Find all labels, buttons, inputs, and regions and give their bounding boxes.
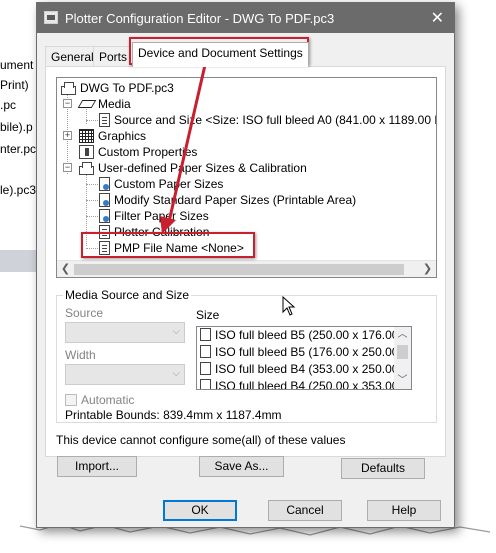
- save-as-button[interactable]: Save As...: [199, 456, 284, 477]
- width-label: Width: [65, 348, 96, 362]
- size-label: Size: [196, 308, 220, 322]
- collapse-media-icon[interactable]: −: [63, 99, 72, 108]
- background-file-item: Print): [0, 78, 29, 92]
- background-file-item: le).pc3: [0, 183, 37, 197]
- background-file-item: bile).p: [0, 120, 33, 134]
- page-icon: [200, 328, 211, 341]
- tree-connector: [86, 184, 98, 185]
- printer-icon: [61, 82, 76, 95]
- tree-item-label: Source and Size <Size: ISO full bleed A0…: [114, 113, 437, 127]
- page-icon: [200, 362, 211, 375]
- tree-item-modify-standard-paper-sizes[interactable]: Modify Standard Paper Sizes (Printable A…: [99, 192, 356, 208]
- collapse-user-defined-icon[interactable]: −: [63, 163, 72, 172]
- tree-item-label: Media: [98, 97, 131, 111]
- automatic-checkbox[interactable]: [65, 394, 77, 406]
- tree-item-media[interactable]: Media: [79, 96, 131, 112]
- group-legend: Media Source and Size: [63, 288, 192, 302]
- tree-horizontal-scrollbar[interactable]: ❮ ❯: [57, 260, 436, 277]
- tree-item-graphics[interactable]: Graphics: [79, 128, 146, 144]
- tree-item-source-and-size[interactable]: Source and Size <Size: ISO full bleed A0…: [99, 112, 437, 128]
- tree-connector: [86, 216, 98, 217]
- paper-size-icon: [99, 177, 110, 191]
- list-item[interactable]: ISO full bleed B4 (353.00 x 250.00 ...: [200, 361, 412, 377]
- import-button[interactable]: Import...: [57, 456, 137, 477]
- media-source-and-size-group: Media Source and Size Source ⌵ Width ⌵ A…: [56, 288, 437, 423]
- tree-item-label: Custom Properties: [98, 145, 198, 159]
- size-item-label: ISO full bleed B5 (176.00 x 250.00 ...: [215, 345, 412, 359]
- app-icon: [44, 11, 58, 24]
- scroll-thumb[interactable]: [397, 345, 408, 359]
- tree-item-label: Filter Paper Sizes: [114, 209, 209, 223]
- automatic-label: Automatic: [81, 393, 135, 407]
- annotation-highlight-pmp: [81, 232, 255, 258]
- tree-item-label: User-defined Paper Sizes & Calibration: [98, 161, 307, 175]
- scroll-down-icon[interactable]: ﹀: [394, 373, 411, 389]
- cancel-button[interactable]: Cancel: [268, 500, 342, 521]
- scroll-left-icon[interactable]: ❮: [57, 262, 74, 277]
- printer-icon: [79, 162, 94, 175]
- tree-connector: [86, 200, 98, 201]
- size-item-label: ISO full bleed B5 (250.00 x 176.00 ...: [215, 328, 412, 342]
- background-file-list: ument Print) .pc bile).p nter.pc le).pc3: [0, 50, 36, 520]
- width-dropdown[interactable]: ⌵: [65, 364, 185, 385]
- list-item[interactable]: ISO full bleed B5 (250.00 x 176.00 ...: [200, 327, 412, 343]
- background-file-item: .pc: [0, 98, 17, 112]
- document-icon: [99, 113, 110, 127]
- dialog-title: Plotter Configuration Editor - DWG To PD…: [65, 11, 335, 26]
- page-icon: [200, 345, 211, 358]
- device-note: This device cannot configure some(all) o…: [56, 433, 346, 447]
- tab-device-and-document-settings[interactable]: Device and Document Settings: [132, 42, 309, 67]
- tree-item-custom-paper-sizes[interactable]: Custom Paper Sizes: [99, 176, 223, 192]
- scroll-right-icon[interactable]: ❯: [419, 262, 436, 277]
- printable-bounds: Printable Bounds: 839.4mm x 1187.4mm: [65, 408, 282, 422]
- media-icon: [79, 97, 94, 111]
- scroll-up-icon[interactable]: ︿: [394, 327, 411, 343]
- background-file-item: ument: [0, 58, 34, 72]
- graphics-icon: [79, 129, 94, 143]
- tree-item-label: Graphics: [98, 129, 147, 143]
- size-list-scrollbar[interactable]: ︿ ﹀: [394, 327, 411, 389]
- defaults-button[interactable]: Defaults: [341, 458, 425, 479]
- tree-item-custom-properties[interactable]: Custom Properties: [79, 144, 197, 160]
- size-item-label: ISO full bleed B4 (250.00 x 353.00 ...: [215, 379, 412, 390]
- tab-general[interactable]: General: [45, 46, 100, 66]
- list-item[interactable]: ISO full bleed B4 (250.00 x 353.00 ...: [200, 378, 412, 390]
- tree-connector: [86, 120, 98, 121]
- title-bar[interactable]: Plotter Configuration Editor - DWG To PD…: [37, 3, 454, 33]
- plotter-configuration-dialog: Plotter Configuration Editor - DWG To PD…: [36, 2, 455, 528]
- tree-item-root[interactable]: DWG To PDF.pc3: [61, 80, 174, 96]
- tab-panel: DWG To PDF.pc3 − Media Source and Size <…: [45, 66, 446, 457]
- ok-button[interactable]: OK: [163, 500, 237, 521]
- tree-item-label: Modify Standard Paper Sizes (Printable A…: [114, 193, 357, 207]
- source-dropdown[interactable]: ⌵: [65, 322, 185, 343]
- tree-item-label: DWG To PDF.pc3: [80, 81, 174, 95]
- paper-size-icon: [99, 209, 110, 223]
- chevron-down-icon: ⌵: [172, 368, 180, 379]
- mouse-cursor-icon: [282, 296, 296, 316]
- page-icon: [200, 379, 211, 389]
- source-label: Source: [65, 306, 104, 320]
- properties-icon: [79, 145, 94, 159]
- size-list[interactable]: ISO full bleed B5 (250.00 x 176.00 ... I…: [196, 326, 412, 390]
- scroll-thumb[interactable]: [74, 264, 404, 275]
- size-item-label: ISO full bleed B4 (353.00 x 250.00 ...: [215, 362, 412, 376]
- tree-item-user-defined-paper-sizes[interactable]: User-defined Paper Sizes & Calibration: [79, 160, 307, 176]
- paper-size-icon: [99, 193, 110, 207]
- help-button[interactable]: Help: [367, 500, 441, 521]
- list-item[interactable]: ISO full bleed B5 (176.00 x 250.00 ...: [200, 344, 412, 360]
- tree-item-filter-paper-sizes[interactable]: Filter Paper Sizes: [99, 208, 209, 224]
- expand-graphics-icon[interactable]: +: [63, 131, 72, 140]
- tree-item-label: Custom Paper Sizes: [114, 177, 224, 191]
- background-file-item: nter.pc: [0, 142, 37, 156]
- close-icon[interactable]: ✕: [431, 8, 444, 28]
- chevron-down-icon: ⌵: [172, 326, 180, 337]
- tab-ports[interactable]: Ports: [93, 46, 134, 66]
- background-selected-row: [0, 250, 36, 272]
